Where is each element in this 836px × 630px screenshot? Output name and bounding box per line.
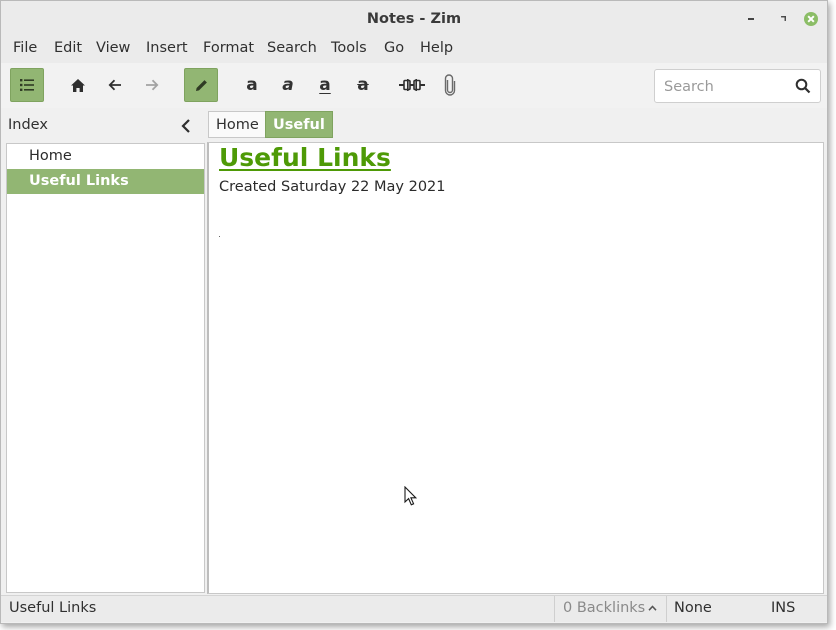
menu-format[interactable]: Format — [203, 40, 254, 56]
forward-button[interactable] — [135, 68, 169, 102]
underline-button[interactable]: a — [308, 68, 342, 102]
home-icon — [71, 78, 85, 92]
menu-insert[interactable]: Insert — [146, 40, 188, 56]
strike-a-icon: a — [357, 75, 369, 95]
menu-file[interactable]: File — [13, 40, 37, 56]
index-toggle-button[interactable] — [10, 68, 44, 102]
menu-edit[interactable]: Edit — [54, 40, 82, 56]
title-bar[interactable]: Notes - Zim — [1, 1, 827, 37]
edit-pencil-icon — [195, 79, 207, 91]
attachment-icon — [444, 74, 456, 96]
backlinks-label: 0 Backlinks — [563, 600, 646, 616]
menu-help[interactable]: Help — [420, 40, 453, 56]
menu-go[interactable]: Go — [384, 40, 404, 56]
page-title[interactable]: Useful Links — [219, 143, 391, 172]
insert-link-button[interactable] — [395, 68, 429, 102]
search-icon[interactable] — [795, 78, 811, 94]
underline-a-icon: a — [319, 75, 331, 95]
bold-button[interactable]: a — [235, 68, 269, 102]
backlinks-button[interactable]: 0 Backlinks — [554, 596, 667, 622]
menu-tools[interactable]: Tools — [331, 40, 367, 56]
italic-button[interactable]: a — [271, 68, 305, 102]
search-input[interactable] — [655, 70, 796, 104]
index-toggle-icon — [20, 79, 34, 91]
chevron-left-icon[interactable] — [179, 118, 193, 134]
status-insert-mode: INS — [771, 600, 796, 616]
italic-a-icon: a — [282, 75, 294, 95]
app-window: Notes - Zim File Edit View Insert Format… — [0, 0, 828, 624]
index-header: Index — [1, 111, 206, 141]
index-title: Index — [8, 117, 48, 133]
menu-search[interactable]: Search — [267, 40, 317, 56]
link-icon — [399, 79, 425, 91]
text-cursor-mark — [219, 236, 220, 237]
page-editor[interactable]: Useful Links Created Saturday 22 May 202… — [207, 142, 824, 594]
maximize-button[interactable] — [776, 12, 790, 26]
back-arrow-icon — [108, 79, 121, 91]
window-title: Notes - Zim — [366, 11, 462, 27]
index-item-useful-links[interactable]: Useful Links — [7, 169, 204, 194]
chevron-up-icon — [648, 605, 657, 611]
crumb-home[interactable]: Home — [208, 111, 267, 138]
menu-bar: File Edit View Insert Format Search Tool… — [1, 37, 827, 63]
forward-arrow-icon — [146, 79, 159, 91]
mouse-pointer-icon — [404, 486, 418, 506]
home-button[interactable] — [61, 68, 95, 102]
close-button[interactable] — [804, 12, 818, 26]
page-created-date[interactable]: Created Saturday 22 May 2021 — [219, 179, 446, 195]
bold-a-icon: a — [246, 75, 258, 95]
status-style[interactable]: None — [674, 600, 712, 616]
status-bar: Useful Links 0 Backlinks None INS — [1, 595, 827, 622]
edit-mode-button[interactable] — [184, 68, 218, 102]
attach-file-button[interactable] — [433, 68, 467, 102]
crumb-useful-links[interactable]: Useful Links — [265, 111, 333, 159]
index-item-home[interactable]: Home — [7, 144, 204, 169]
search-box — [654, 69, 821, 104]
status-page-name: Useful Links — [9, 600, 97, 616]
toolbar: a a a a — [1, 63, 827, 108]
index-tree: Home Useful Links — [6, 143, 205, 593]
back-button[interactable] — [98, 68, 132, 102]
strikethrough-button[interactable]: a — [346, 68, 380, 102]
minimize-button[interactable] — [745, 12, 759, 26]
menu-view[interactable]: View — [96, 40, 130, 56]
